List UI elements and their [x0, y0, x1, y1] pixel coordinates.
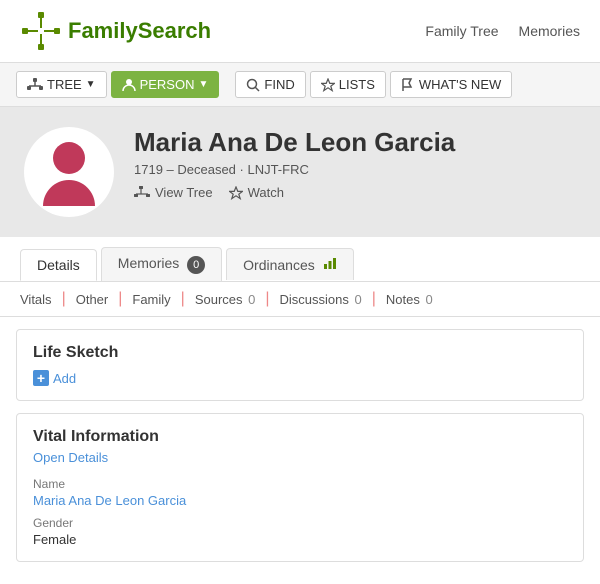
tree-button-label: TREE — [47, 77, 82, 92]
tab-memories[interactable]: Memories 0 — [101, 247, 222, 281]
profile-section: Maria Ana De Leon Garcia 1719 – Deceased… — [0, 107, 600, 237]
whats-new-button-label: WHAT'S NEW — [419, 77, 501, 92]
lists-button-label: LISTS — [339, 77, 375, 92]
tree-button[interactable]: TREE ▼ — [16, 71, 107, 98]
watch-button[interactable]: Watch — [229, 185, 284, 200]
tree-toolbar-icon — [27, 78, 43, 92]
logo: FamilySearch — [20, 10, 211, 52]
sub-tab-notes[interactable]: Notes 0 — [376, 292, 443, 307]
sub-tab-family[interactable]: Family — [122, 292, 180, 307]
avatar-silhouette — [39, 138, 99, 215]
toolbar: TREE ▼ PERSON ▼ FIND LISTS WHAT'S NEW — [0, 63, 600, 107]
lists-button[interactable]: LISTS — [310, 71, 386, 98]
vital-info-card: Vital Information Open Details Name Mari… — [16, 413, 584, 562]
person-caret-icon: ▼ — [198, 79, 208, 90]
profile-actions: View Tree Watch — [134, 185, 576, 200]
logo-text: FamilySearch — [68, 18, 211, 44]
profile-name: Maria Ana De Leon Garcia — [134, 127, 576, 158]
header: FamilySearch Family Tree Memories — [0, 0, 600, 63]
sub-tabs: Vitals | Other | Family | Sources 0 | Di… — [0, 282, 600, 317]
person-button[interactable]: PERSON ▼ — [111, 71, 220, 98]
life-sketch-add-button[interactable]: + Add — [33, 370, 76, 386]
find-button-label: FIND — [264, 77, 294, 92]
plus-icon: + — [33, 370, 49, 386]
profile-meta: 1719 – Deceased · LNJT-FRC — [134, 162, 576, 177]
content: Life Sketch + Add Vital Information Open… — [0, 329, 600, 562]
memories-badge: 0 — [187, 256, 205, 274]
notes-count: 0 — [425, 292, 432, 307]
life-sketch-card: Life Sketch + Add — [16, 329, 584, 401]
person-button-label: PERSON — [140, 77, 195, 92]
view-tree-label: View Tree — [155, 185, 213, 200]
avatar — [24, 127, 114, 217]
name-field-label: Name — [33, 477, 567, 491]
search-icon — [246, 78, 260, 92]
ordinances-chart-icon — [323, 257, 337, 273]
star-icon — [321, 78, 335, 92]
life-sketch-title: Life Sketch — [33, 344, 567, 362]
tab-details[interactable]: Details — [20, 249, 97, 281]
watch-star-icon — [229, 186, 243, 200]
flag-icon — [401, 78, 415, 92]
sub-tab-vitals[interactable]: Vitals — [20, 292, 62, 307]
view-tree-button[interactable]: View Tree — [134, 185, 213, 200]
main-tabs: Details Memories 0 Ordinances — [0, 237, 600, 282]
gender-field-label: Gender — [33, 516, 567, 530]
open-details-button[interactable]: Open Details — [33, 450, 567, 465]
logo-icon — [20, 10, 62, 52]
vital-info-title: Vital Information — [33, 428, 567, 446]
gender-field-value: Female — [33, 532, 567, 547]
sub-tab-sources[interactable]: Sources 0 — [185, 292, 266, 307]
name-field-value: Maria Ana De Leon Garcia — [33, 493, 567, 508]
header-nav-family-tree[interactable]: Family Tree — [425, 23, 498, 39]
life-sketch-add-label: Add — [53, 371, 76, 386]
profile-info: Maria Ana De Leon Garcia 1719 – Deceased… — [134, 127, 576, 200]
discussions-count: 0 — [355, 292, 362, 307]
sub-tab-discussions[interactable]: Discussions 0 — [270, 292, 372, 307]
tab-ordinances[interactable]: Ordinances — [226, 248, 353, 280]
person-toolbar-icon — [122, 78, 136, 92]
find-button[interactable]: FIND — [235, 71, 305, 98]
view-tree-icon — [134, 186, 150, 199]
sources-count: 0 — [248, 292, 255, 307]
watch-label: Watch — [248, 185, 284, 200]
header-nav: Family Tree Memories — [425, 23, 580, 39]
header-nav-memories[interactable]: Memories — [519, 23, 580, 39]
sub-tab-other[interactable]: Other — [66, 292, 119, 307]
tree-caret-icon: ▼ — [86, 79, 96, 90]
whats-new-button[interactable]: WHAT'S NEW — [390, 71, 512, 98]
